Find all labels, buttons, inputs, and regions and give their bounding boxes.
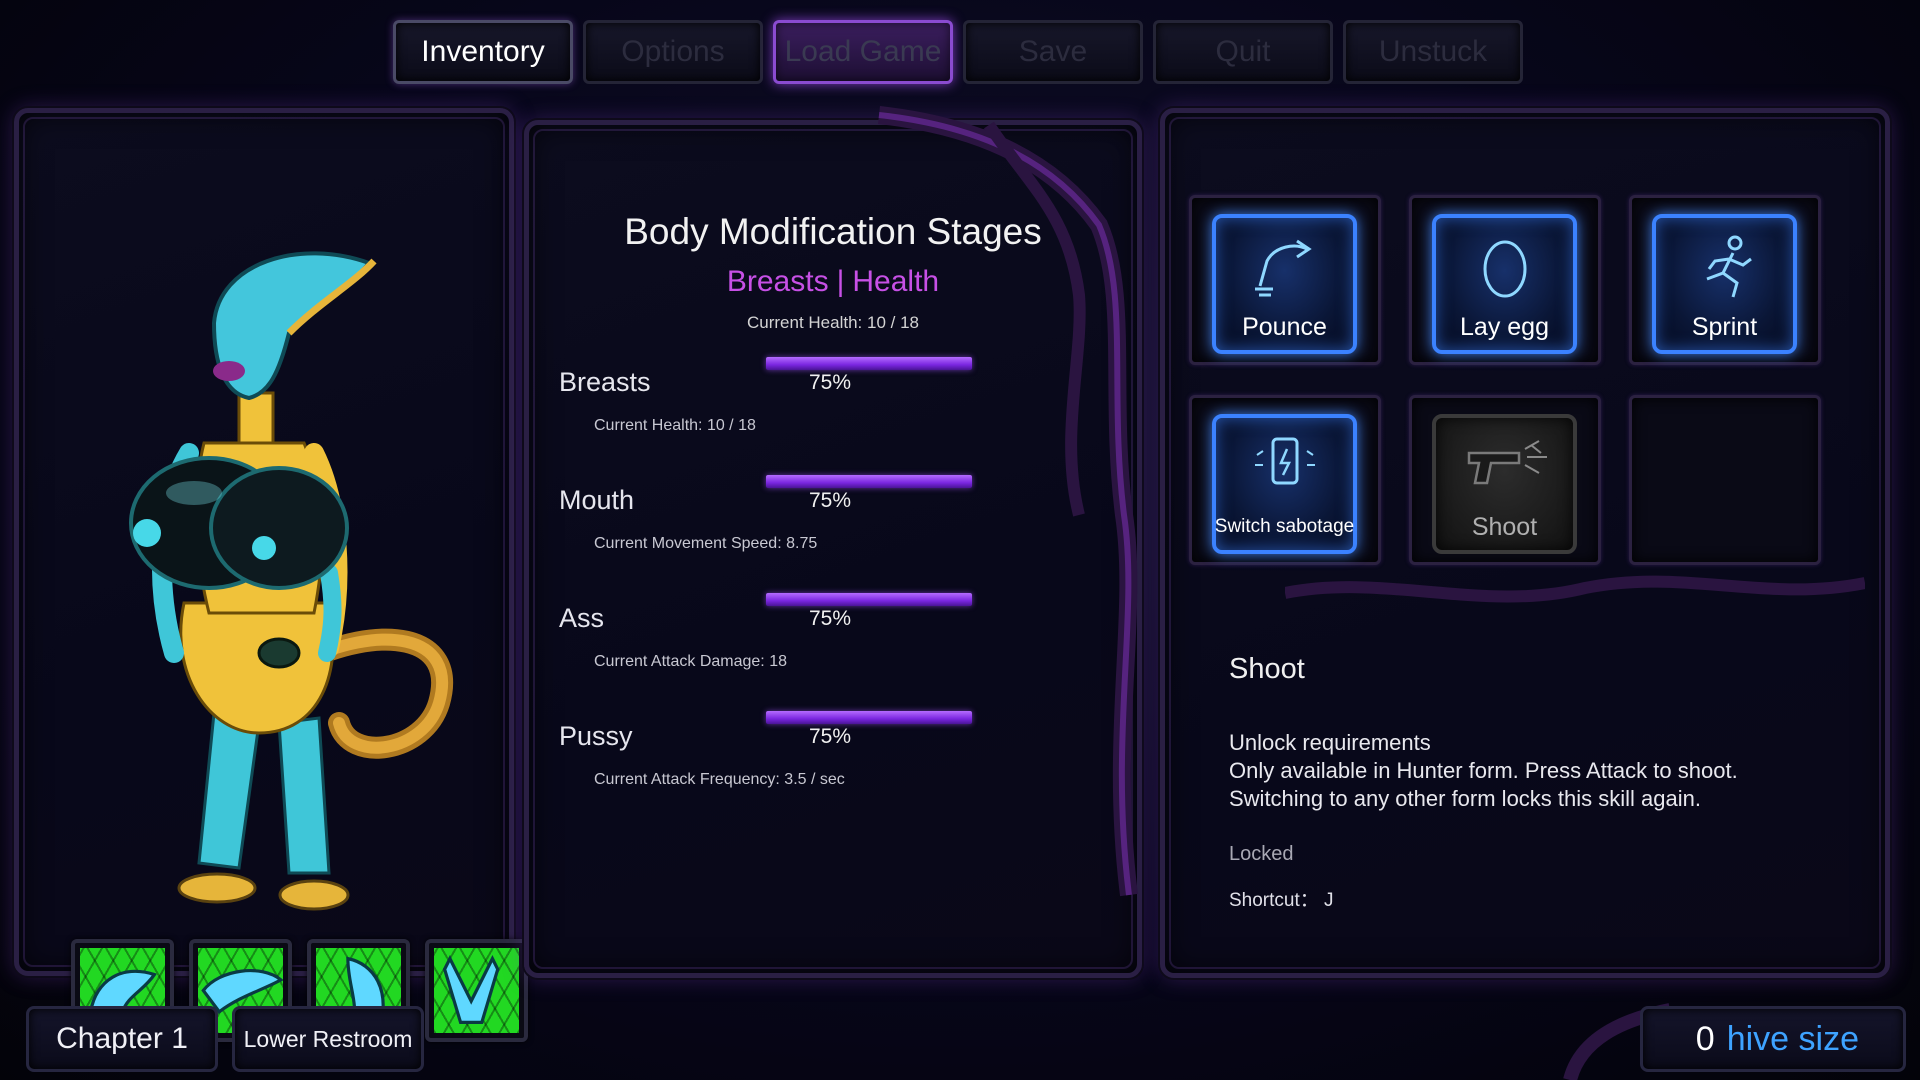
skill-slot-pounce[interactable]: Pounce [1189, 195, 1381, 365]
quit-tab[interactable]: Quit [1153, 20, 1333, 84]
goo-decoration [1285, 575, 1865, 603]
subtitle-separator: | [836, 265, 845, 298]
stat-progress-bar [766, 469, 996, 513]
stat-description: Current Health: 10 / 18 [594, 417, 756, 434]
body-mod-title: Body Modification Stages [624, 211, 1042, 252]
unstuck-tab[interactable]: Unstuck [1343, 20, 1523, 84]
stat-description: Current Movement Speed: 8.75 [594, 535, 818, 552]
stat-name: Mouth [559, 485, 635, 515]
skill-detail-requirements: Unlock requirements Only available in Hu… [1229, 729, 1738, 813]
stat-description: Current Attack Damage: 18 [594, 653, 787, 670]
skill-slot-shoot[interactable]: Shoot [1409, 395, 1601, 565]
gun-icon [1436, 426, 1573, 506]
requirements-line-1: Only available in Hunter form. Press Att… [1229, 758, 1738, 783]
options-tab[interactable]: Options [583, 20, 763, 84]
subtitle-attribute: Health [852, 265, 940, 298]
pounce-icon [1216, 226, 1353, 306]
sprint-icon [1656, 226, 1793, 306]
stat-ass[interactable]: Ass 75% Current Attack Damage: 18 [559, 593, 1119, 703]
requirements-heading: Unlock requirements [1229, 730, 1431, 755]
skill-label: Pounce [1242, 313, 1327, 341]
skill-detail-title: Shoot [1229, 653, 1305, 685]
skill-label: Shoot [1471, 513, 1538, 541]
skill-slot-empty[interactable] [1629, 395, 1821, 565]
hive-size-label: hive size [1726, 1019, 1859, 1058]
skill-label: Sprint [1691, 313, 1758, 341]
stat-name: Pussy [559, 721, 633, 751]
load-game-tab[interactable]: Load Game [773, 20, 953, 84]
save-tab[interactable]: Save [963, 20, 1143, 84]
character-portrait [129, 251, 454, 911]
requirements-line-2: Switching to any other form locks this s… [1229, 786, 1701, 811]
stat-progress-bar [766, 705, 996, 749]
location-label: Lower Restroom [232, 1006, 424, 1072]
stat-name: Ass [559, 603, 605, 633]
character-panel [14, 108, 528, 1042]
skill-lock-status: Locked [1229, 843, 1294, 865]
form-thumb-4[interactable] [425, 939, 528, 1042]
chapter-label: Chapter 1 [26, 1006, 218, 1072]
stat-name: Breasts [559, 367, 651, 397]
body-mod-panel: Body Modification Stages Breasts | Health … [524, 106, 1142, 978]
skills-panel: Pounce Lay egg Sprint Switch sabotage Sh… [1160, 108, 1890, 978]
stat-progress-bar [766, 587, 996, 631]
stat-percent: 75% [809, 371, 852, 394]
stat-percent: 75% [809, 489, 852, 512]
stat-progress-bar [766, 351, 996, 395]
stat-percent: 75% [809, 725, 852, 748]
current-health-summary: Current Health: 10 / 18 [747, 313, 919, 332]
stat-description: Current Attack Frequency: 3.5 / sec [594, 771, 845, 788]
skill-shortcut: Shortcut： J [1229, 890, 1334, 911]
subtitle-category: Breasts [726, 265, 829, 298]
skill-label: Lay egg [1460, 313, 1549, 341]
stat-mouth[interactable]: Mouth 75% Current Movement Speed: 8.75 [559, 475, 1119, 585]
egg-icon [1436, 226, 1573, 306]
skill-slot-switch-sabotage[interactable]: Switch sabotage [1189, 395, 1381, 565]
skill-slot-sprint[interactable]: Sprint [1629, 195, 1821, 365]
stat-breasts[interactable]: Breasts 75% Current Health: 10 / 18 [559, 357, 1119, 467]
skill-slot-lay-egg[interactable]: Lay egg [1409, 195, 1601, 365]
top-nav: Inventory Options Load Game Save Quit Un… [393, 20, 1523, 84]
stat-pussy[interactable]: Pussy 75% Current Attack Frequency: 3.5 … [559, 711, 1119, 821]
hive-size-value: 0 [1695, 1019, 1715, 1058]
stat-percent: 75% [809, 607, 852, 630]
game-menu-screen: Inventory Options Load Game Save Quit Un… [0, 0, 1920, 1080]
inventory-tab[interactable]: Inventory [393, 20, 573, 84]
skill-label: Switch sabotage [1214, 516, 1355, 537]
body-mod-subtitle: Breasts | Health [529, 265, 1137, 299]
hive-size-counter: 0 hive size [1640, 1006, 1906, 1072]
phone-sabotage-icon [1216, 426, 1353, 506]
